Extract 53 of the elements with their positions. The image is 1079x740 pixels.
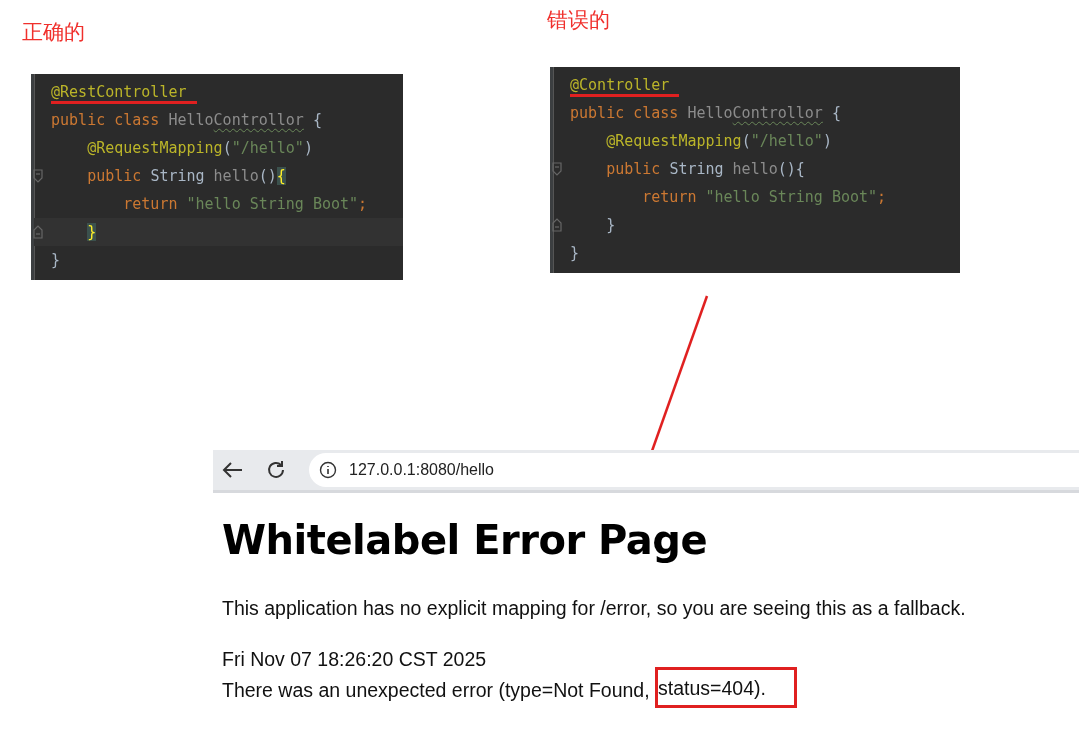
page-text: This application has no explicit mapping for /error, so you are seeing this as a fallback. xyxy=(222,597,966,619)
annotation-caption: 错误的 xyxy=(547,7,610,34)
code-token: { xyxy=(311,111,322,129)
code-token: } xyxy=(570,244,580,262)
code-token: Controllor xyxy=(732,104,823,122)
underlined-code-token: @RestController xyxy=(51,83,197,104)
code-token: public class xyxy=(51,111,161,129)
url-text: 127.0.0.1:8080/hello xyxy=(349,461,494,479)
fold-icon[interactable] xyxy=(33,225,43,239)
back-icon[interactable] xyxy=(221,461,243,479)
address-bar[interactable]: 127.0.0.1:8080/hello xyxy=(309,453,1079,487)
code-token: "/hello" xyxy=(231,139,304,157)
boxed-status-text: status=404). xyxy=(655,667,797,709)
code-token: ( xyxy=(222,139,232,157)
code-token: return xyxy=(641,188,698,206)
code-token: public xyxy=(86,167,143,185)
code-token: { xyxy=(830,104,841,122)
code-token: Controllor xyxy=(213,111,304,129)
underlined-code-token: @Controller xyxy=(570,76,680,97)
code-token: ( xyxy=(741,132,751,150)
code-token: @RequestMapping xyxy=(86,139,223,157)
code-token: ; xyxy=(358,195,368,213)
code-token: () xyxy=(258,167,277,185)
fold-icon[interactable] xyxy=(33,169,43,183)
code-token: ) xyxy=(822,132,832,150)
code-token: public xyxy=(605,160,662,178)
code-token: "hello String Boot" xyxy=(705,188,878,206)
info-icon[interactable] xyxy=(319,461,337,479)
code-token: Hello xyxy=(168,111,214,129)
code-token: ) xyxy=(303,139,313,157)
reload-icon[interactable] xyxy=(265,459,287,481)
code-token: } xyxy=(605,216,616,234)
fold-icon[interactable] xyxy=(552,218,562,232)
code-token: String xyxy=(150,167,206,185)
code-token: String xyxy=(669,160,725,178)
code-token: } xyxy=(51,251,61,269)
annotation-caption: 正确的 xyxy=(22,19,85,46)
code-token: hello xyxy=(213,167,259,185)
code-token: } xyxy=(86,223,97,241)
page-text: Fri Nov 07 18:26:20 CST 2025 xyxy=(222,648,487,670)
page-heading: Whitelabel Error Page xyxy=(222,517,709,563)
page-text: There was an unexpected error (type=Not Found, xyxy=(222,679,651,701)
code-token: Hello xyxy=(687,104,733,122)
code-token: public class xyxy=(570,104,680,122)
code-token: ; xyxy=(877,188,887,206)
fold-icon[interactable] xyxy=(552,162,562,176)
code-token: @RequestMapping xyxy=(605,132,742,150)
code-token: return xyxy=(122,195,179,213)
code-token: "/hello" xyxy=(750,132,823,150)
code-token: { xyxy=(276,167,286,185)
code-token: hello xyxy=(732,160,778,178)
code-token: (){ xyxy=(777,160,805,178)
code-token: "hello String Boot" xyxy=(186,195,359,213)
